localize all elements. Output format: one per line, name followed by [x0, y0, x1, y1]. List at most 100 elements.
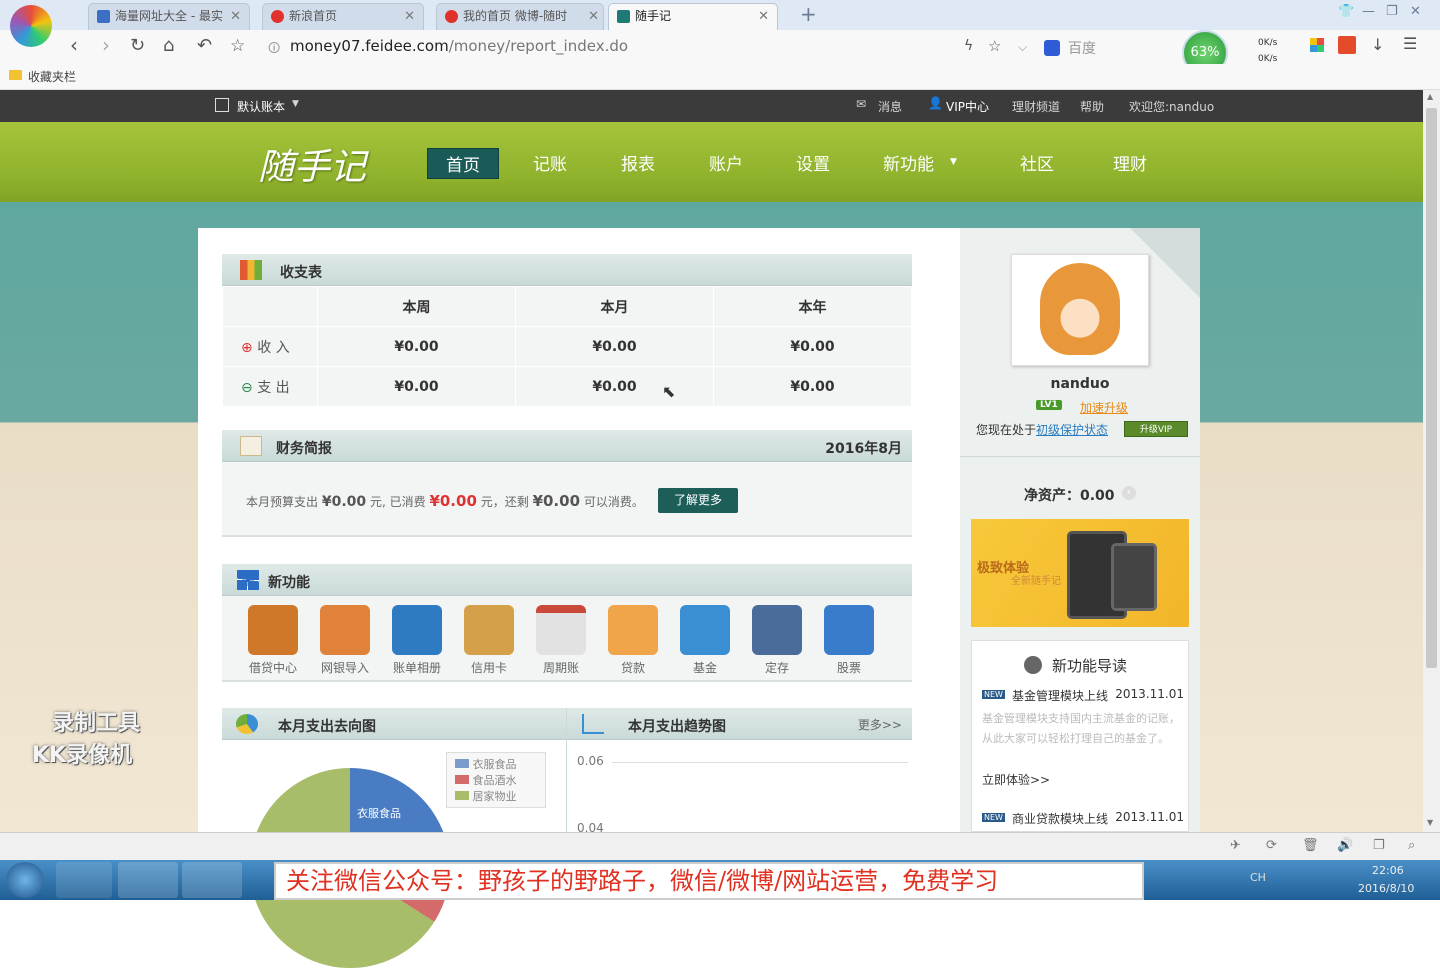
refresh-icon[interactable]: ↻	[130, 35, 145, 56]
tab-sina[interactable]: 新浪首页 ✕	[262, 3, 424, 30]
scroll-thumb[interactable]	[1426, 108, 1437, 668]
menu-home[interactable]: 首页	[427, 148, 499, 179]
feature-fund[interactable]: 基金	[680, 605, 730, 676]
forward-icon[interactable]: ›	[102, 33, 110, 57]
minimize-icon[interactable]: —	[1362, 4, 1375, 19]
menu-new-features[interactable]: 新功能	[883, 150, 934, 175]
skin-icon[interactable]: 👕	[1338, 4, 1354, 19]
reload-status-icon[interactable]: ⟳	[1266, 838, 1277, 853]
feature-bank-import[interactable]: 网银导入	[320, 605, 370, 676]
trash-icon[interactable]: 🗑	[1302, 838, 1319, 853]
news-item-date: 2013.11.01	[1115, 687, 1184, 701]
calendar-icon	[536, 605, 586, 655]
window-icon[interactable]: ❐	[1373, 838, 1385, 853]
tab-close-icon[interactable]: ✕	[588, 4, 599, 29]
search-engine-label[interactable]: 百度	[1068, 38, 1096, 58]
tab-close-icon[interactable]: ✕	[758, 4, 769, 29]
chevron-right-icon[interactable]: ›	[1122, 486, 1136, 500]
tab-suishouji[interactable]: 随手记 ✕	[608, 3, 778, 30]
speed-up-link[interactable]: 加速升级	[1080, 399, 1128, 416]
trend-chart-icon	[582, 714, 604, 734]
download-icon[interactable]: ↓	[1371, 35, 1384, 54]
menu-finance[interactable]: 理财	[1113, 150, 1147, 175]
accelerate-icon[interactable]: ϟ	[964, 38, 973, 54]
new-badge: NEW	[982, 690, 1005, 699]
charts-more-link[interactable]: 更多>>	[858, 716, 902, 733]
finance-channel-link[interactable]: 理财频道	[1012, 98, 1060, 115]
income-table: 本周 本月 本年 ⊕ 收 入 ¥0.00 ¥0.00 ¥0.00 ⊖ 支 出 ¥…	[222, 286, 912, 407]
tab-close-icon[interactable]: ✕	[404, 4, 415, 29]
sound-icon[interactable]: 🔊	[1337, 838, 1353, 853]
message-link[interactable]: 消息	[878, 98, 902, 115]
promo-banner: 关注微信公众号：野孩子的野路子，微信/微博/网站运营，免费学习	[274, 862, 1144, 900]
net-down-speed: 0K/s	[1258, 54, 1278, 64]
new-tab-button[interactable]: +	[800, 2, 817, 26]
site-logo[interactable]: 随手记	[258, 138, 366, 190]
bookmark-star-icon[interactable]: ☆	[988, 37, 1001, 55]
zoom-icon[interactable]: ⌕	[1408, 838, 1415, 853]
taskbar-app-icon[interactable]	[118, 862, 178, 898]
page-info-icon: 🛈	[268, 41, 281, 55]
feature-deposit[interactable]: 定存	[752, 605, 802, 676]
menu-community[interactable]: 社区	[1020, 150, 1054, 175]
undo-close-icon[interactable]: ↶	[197, 35, 212, 56]
table-header-row: 本周 本月 本年	[222, 286, 912, 327]
feature-credit-card[interactable]: 信用卡	[464, 605, 514, 676]
pin-icon[interactable]: ✈	[1230, 838, 1241, 853]
address-bar[interactable]: money07.feidee.com/money/report_index.do	[290, 37, 628, 55]
tab-hao123[interactable]: 海量网址大全 - 最实 ✕	[88, 3, 250, 30]
feature-bill-album[interactable]: 账单相册	[392, 605, 442, 676]
menu-record[interactable]: 记账	[533, 150, 567, 175]
mail-icon: ✉	[856, 97, 867, 111]
news-item-title[interactable]: 基金管理模块上线	[1012, 687, 1108, 704]
taskbar-browser-icon[interactable]	[182, 862, 242, 898]
close-window-icon[interactable]: ✕	[1410, 4, 1421, 19]
app-promo-banner[interactable]: 极致体验 全新随手记	[971, 519, 1189, 627]
avatar[interactable]	[1011, 254, 1149, 366]
account-book-icon	[215, 98, 229, 112]
ime-indicator[interactable]: CH	[1250, 871, 1266, 884]
table-row: ⊖ 支 出 ¥0.00 ¥0.00 ¥0.00	[222, 366, 912, 407]
news-item-title[interactable]: 商业贷款模块上线	[1012, 810, 1108, 827]
feature-stock[interactable]: 股票	[824, 605, 874, 676]
home-icon[interactable]: ⌂	[163, 35, 174, 56]
menu-settings[interactable]: 设置	[796, 150, 830, 175]
maximize-icon[interactable]: ❐	[1386, 4, 1398, 19]
start-button[interactable]	[6, 862, 44, 898]
plus-circle-icon: ⊕	[241, 339, 253, 356]
apps-grid-icon[interactable]	[1310, 38, 1324, 52]
tab-weibo[interactable]: 我的首页 微博-随时 ✕	[436, 3, 604, 30]
favorite-star-icon[interactable]: ☆	[230, 36, 245, 56]
menu-account[interactable]: 账户	[709, 150, 743, 175]
protection-status-link[interactable]: 初级保护状态	[1036, 421, 1108, 438]
scroll-down-icon[interactable]: ▼	[1427, 818, 1433, 827]
fund-chart-icon	[680, 605, 730, 655]
dropdown-chevron-icon[interactable]: ⌵	[1018, 40, 1027, 55]
try-now-link[interactable]: 立即体验>>	[982, 771, 1050, 788]
taskbar-app-icon[interactable]	[56, 862, 112, 898]
extension-icon[interactable]	[1338, 36, 1356, 54]
menu-report[interactable]: 报表	[621, 150, 655, 175]
y-tick-label: 0.06	[577, 754, 604, 768]
user-icon: 👤	[928, 96, 943, 110]
new-badge: NEW	[982, 813, 1005, 822]
menu-icon[interactable]: ☰	[1403, 34, 1417, 53]
minus-circle-icon: ⊖	[241, 379, 253, 396]
feature-loan[interactable]: 贷款	[608, 605, 658, 676]
vip-center-link[interactable]: VIP中心	[946, 98, 989, 115]
feature-periodic-bill[interactable]: 周期账	[536, 605, 586, 676]
account-book-selector[interactable]: 默认账本	[237, 98, 285, 115]
clock-time: 22:06	[1372, 864, 1404, 877]
help-link[interactable]: 帮助	[1080, 98, 1104, 115]
piggy-bank-icon	[752, 605, 802, 655]
page-scrollbar[interactable]: ▲ ▼	[1423, 90, 1440, 832]
back-icon[interactable]: ‹	[70, 33, 78, 57]
scroll-up-icon[interactable]: ▲	[1427, 92, 1433, 101]
bookmarks-folder[interactable]: 收藏夹栏	[28, 68, 76, 85]
table-row: ⊕ 收 入 ¥0.00 ¥0.00 ¥0.00	[222, 326, 912, 367]
tab-close-icon[interactable]: ✕	[230, 4, 241, 29]
upgrade-vip-button[interactable]: 升级VIP	[1124, 421, 1188, 437]
learn-more-button[interactable]: 了解更多	[658, 488, 738, 513]
feature-loan-center[interactable]: 借贷中心	[248, 605, 298, 676]
browser-logo-icon[interactable]	[10, 5, 52, 47]
